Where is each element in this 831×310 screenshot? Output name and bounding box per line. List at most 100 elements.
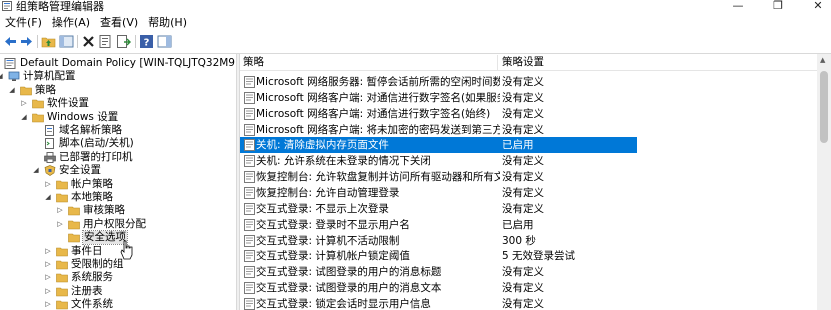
policy-setting-value: 300 秒 <box>502 234 536 247</box>
computer-icon <box>8 72 20 82</box>
expand-arrow-icon[interactable]: ▷ <box>44 245 52 258</box>
tree-item[interactable]: ▷ 帐户策略 <box>0 178 236 191</box>
column-header-policy[interactable]: 策略 <box>243 54 264 71</box>
tree-item[interactable]: 安全选项 <box>0 230 236 246</box>
folder-icon <box>32 113 44 122</box>
tree-item[interactable]: ▷ 审核策略 <box>0 204 236 217</box>
policy-row[interactable]: 关机: 清除虚拟内存页面文件 已启用 <box>240 137 637 154</box>
collapse-arrow-icon[interactable]: ◢ <box>44 191 52 204</box>
policy-setting-icon <box>244 91 255 104</box>
expand-arrow-icon[interactable]: ▷ <box>20 97 28 110</box>
policy-row[interactable]: Microsoft 网络客户端: 将未加密的密码发送到第三方 SMB ...没有… <box>240 122 637 138</box>
tree-item-label: 计算机配置 <box>23 70 76 83</box>
policy-row[interactable]: Microsoft 网络客户端: 对通信进行数字签名(始终) 没有定义 <box>240 106 637 122</box>
help-icon[interactable]: ? <box>139 34 154 49</box>
folder-icon <box>56 274 68 283</box>
back-arrow-icon[interactable] <box>3 34 18 49</box>
tree-item[interactable]: ▷ 事件日 <box>0 245 236 258</box>
policy-setting-icon <box>244 171 255 184</box>
policy-row[interactable]: 交互式登录: 计算机帐户锁定阈值 5 无效登录尝试 <box>240 248 637 264</box>
menu-help[interactable]: 帮助(H) <box>143 14 192 32</box>
policy-row[interactable]: Microsoft 网络客户端: 对通信进行数字签名(如果服务器允许)没有定义 <box>240 90 637 106</box>
tree-item-label: 本地策略 <box>71 191 113 203</box>
restore-button[interactable]: ❐ <box>771 0 785 14</box>
policy-row[interactable]: 交互式登录: 试图登录的用户的消息标题 没有定义 <box>240 264 637 280</box>
close-button[interactable]: ✕ <box>811 0 825 14</box>
menu-view[interactable]: 查看(V) <box>95 14 143 32</box>
tree-item[interactable]: 域名解析策略 <box>0 124 236 137</box>
policy-setting-value: 没有定义 <box>502 202 544 215</box>
policy-setting-value: 没有定义 <box>502 171 544 184</box>
expand-arrow-icon[interactable]: ▷ <box>44 178 52 191</box>
tree-item-label: 注册表 <box>71 284 103 297</box>
folder-icon <box>68 233 80 243</box>
scrollbar-thumb[interactable] <box>820 71 828 143</box>
collapse-arrow-icon[interactable]: ◢ <box>20 111 28 124</box>
vertical-scrollbar[interactable]: ▲ <box>817 54 831 310</box>
scroll-up-icon[interactable]: ▲ <box>820 56 825 64</box>
tree-item[interactable]: ◢ 策略 <box>0 84 236 97</box>
tree-item[interactable]: 已部署的打印机 <box>0 151 236 164</box>
collapse-arrow-icon[interactable]: ◢ <box>32 164 40 177</box>
tree-root[interactable]: Default Domain Policy [WIN-TQLJTQ32M9N.C… <box>0 57 236 70</box>
title-bar: 组策略管理编辑器 — ❐ ✕ <box>0 0 831 14</box>
tree-item[interactable]: ▷ 文件系统 <box>0 298 236 310</box>
tree-item-label: 域名解析策略 <box>59 124 122 136</box>
forward-arrow-icon[interactable] <box>19 34 34 49</box>
show-hide-tree-icon[interactable] <box>59 34 74 49</box>
policy-row[interactable]: Microsoft 网络服务器: 暂停会话前所需的空闲时间数量 没有定义 <box>240 74 637 90</box>
policy-row[interactable]: 关机: 允许系统在未登录的情况下关闭 没有定义 <box>240 153 637 169</box>
tree-item-label: 系统服务 <box>71 271 113 284</box>
tree-item[interactable]: ▷ 受限制的组 <box>0 258 236 271</box>
tree-item[interactable]: ◢ 安全设置 <box>0 164 236 177</box>
folder-icon <box>56 247 68 256</box>
policy-name: Microsoft 网络服务器: 暂停会话前所需的空闲时间数量 <box>256 76 500 88</box>
tree-item[interactable]: ▷ 系统服务 <box>0 271 236 284</box>
delete-icon[interactable] <box>81 34 96 49</box>
column-header-setting[interactable]: 策略设置 <box>502 54 544 71</box>
expand-arrow-icon[interactable]: ▷ <box>56 218 64 231</box>
toolbar-separator <box>135 35 136 48</box>
policy-row[interactable]: 恢复控制台: 允许自动管理登录 没有定义 <box>240 185 637 201</box>
printer-icon <box>44 151 56 163</box>
policy-row[interactable]: 恢复控制台: 允许软盘复制并访问所有驱动器和所有文件夹 没有定义 <box>240 169 637 185</box>
policy-setting-icon <box>244 107 255 120</box>
show-pane-icon[interactable] <box>157 34 172 49</box>
tree-item[interactable]: ◢ 计算机配置 <box>0 70 236 83</box>
menu-file[interactable]: 文件(F) <box>0 14 47 32</box>
properties-icon[interactable] <box>98 34 113 49</box>
expand-arrow-icon[interactable]: ▷ <box>56 204 64 217</box>
policy-row[interactable]: 交互式登录: 锁定会话时显示用户信息 没有定义 <box>240 296 637 310</box>
list-header: 策略 策略设置 <box>240 54 831 71</box>
tree-item-label: 策略 <box>35 83 56 96</box>
column-separator[interactable] <box>497 55 498 70</box>
policy-row[interactable]: 交互式登录: 登录时不显示用户名 已启用 <box>240 217 637 233</box>
tree-item[interactable]: ◢ 本地策略 <box>0 191 236 204</box>
tree-item[interactable]: ◢ Windows 设置 <box>0 111 236 124</box>
policy-setting-value: 没有定义 <box>502 266 544 279</box>
policy-name: 恢复控制台: 允许自动管理登录 <box>256 186 400 199</box>
folder-up-icon[interactable] <box>41 34 56 49</box>
tree-item[interactable]: ▷ 软件设置 <box>0 97 236 110</box>
expand-arrow-icon[interactable]: ▷ <box>44 285 52 298</box>
expand-arrow-icon[interactable]: ▷ <box>44 298 52 310</box>
policy-name: 交互式登录: 试图登录的用户的消息文本 <box>256 282 442 295</box>
expand-arrow-icon[interactable]: ▷ <box>44 271 52 284</box>
collapse-arrow-icon[interactable]: ◢ <box>0 70 4 83</box>
tree-item[interactable]: ▷ 用户权限分配 <box>0 218 236 231</box>
tree-item[interactable]: 脚本(启动/关机) <box>0 137 236 150</box>
menu-action[interactable]: 操作(A) <box>47 14 95 32</box>
folder-icon <box>20 86 32 96</box>
toolbar-separator <box>77 35 78 48</box>
tree-item-label: 已部署的打印机 <box>59 150 133 163</box>
policy-name: 交互式登录: 计算机帐户锁定阈值 <box>256 250 410 263</box>
policy-row[interactable]: 交互式登录: 计算机不活动限制 300 秒 <box>240 233 637 249</box>
minimize-button[interactable]: — <box>731 0 745 14</box>
policy-book-icon <box>4 58 16 69</box>
export-list-icon[interactable] <box>116 34 131 49</box>
expand-arrow-icon[interactable]: ▷ <box>44 258 52 271</box>
collapse-arrow-icon[interactable]: ◢ <box>8 84 16 97</box>
policy-row[interactable]: 交互式登录: 不显示上次登录 没有定义 <box>240 201 637 217</box>
policy-row[interactable]: 交互式登录: 试图登录的用户的消息文本 没有定义 <box>240 280 637 296</box>
tree-item[interactable]: ▷ 注册表 <box>0 285 236 298</box>
